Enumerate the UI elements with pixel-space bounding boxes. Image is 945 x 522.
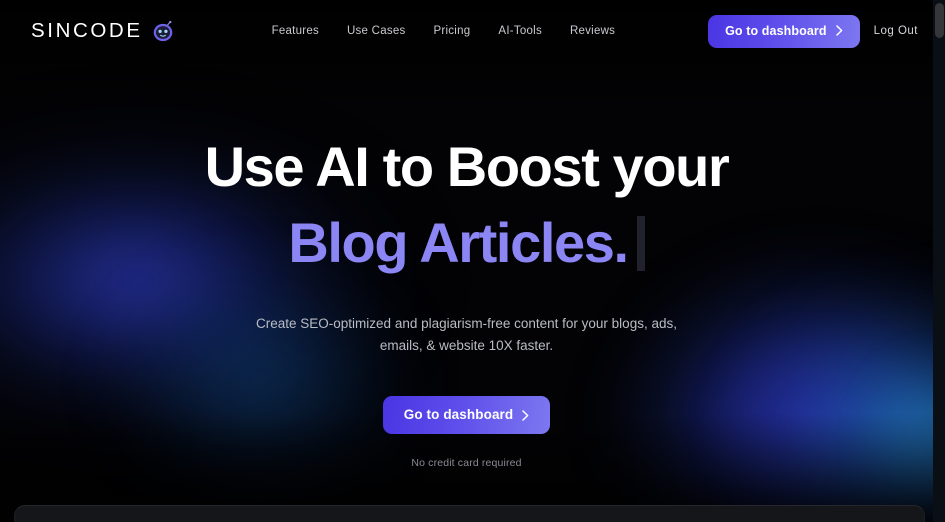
header-dashboard-button-label: Go to dashboard [725, 23, 827, 38]
main-navigation: Features Use Cases Pricing AI-Tools Revi… [272, 25, 616, 37]
nav-item-ai-tools[interactable]: AI-Tools [498, 25, 542, 37]
chevron-right-icon [522, 409, 529, 421]
nav-item-use-cases[interactable]: Use Cases [347, 25, 406, 37]
background-glow-right [600, 210, 945, 522]
nav-item-pricing[interactable]: Pricing [434, 25, 471, 37]
robot-face-icon [152, 20, 175, 42]
hero-section: Use AI to Boost your Blog Articles. Crea… [0, 0, 933, 522]
hero-go-to-dashboard-button[interactable]: Go to dashboard [382, 395, 551, 434]
logout-link[interactable]: Log Out [874, 25, 918, 37]
site-header: SINCODE Features Use Cases Pricing AI-To… [0, 0, 933, 62]
hero-headline-line2-wrapper: Blog Articles. [288, 210, 645, 274]
chevron-right-icon [835, 25, 843, 36]
background-glow-right-cyan [735, 255, 945, 522]
page-root: SINCODE Features Use Cases Pricing AI-To… [0, 0, 945, 522]
hero-subtitle: Create SEO-optimized and plagiarism-free… [256, 315, 677, 354]
hero-headline-line1: Use AI to Boost your [204, 135, 730, 198]
scrollbar-thumb[interactable] [934, 3, 944, 38]
nav-item-features[interactable]: Features [272, 25, 319, 37]
typing-cursor [636, 215, 645, 271]
header-go-to-dashboard-button[interactable]: Go to dashboard [708, 14, 860, 48]
header-actions: Go to dashboard Log Out [708, 14, 918, 48]
background-glow-left-cyan [60, 230, 460, 522]
page-scrollbar[interactable] [933, 0, 945, 522]
brand-name: SINCODE [31, 19, 143, 42]
next-section-panel [14, 505, 925, 522]
hero-headline-line2: Blog Articles. [288, 210, 629, 274]
nav-item-reviews[interactable]: Reviews [570, 25, 615, 37]
hero-footnote: No credit card required [411, 456, 522, 469]
brand-logo[interactable]: SINCODE [31, 19, 175, 43]
hero-cta-label: Go to dashboard [403, 406, 514, 422]
